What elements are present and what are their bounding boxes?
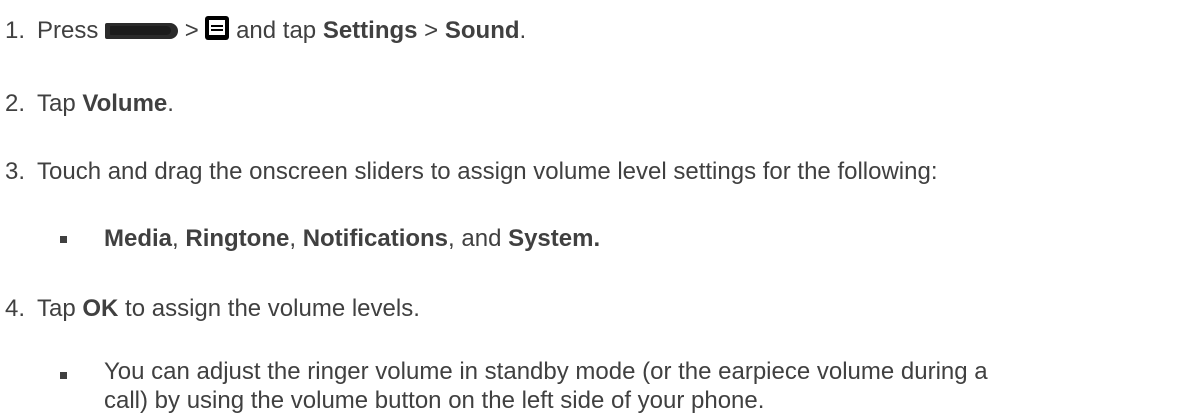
- system-label: System.: [508, 225, 601, 252]
- step-4: 4. Tap OK to assign the volume levels.: [5, 294, 420, 324]
- step-1-press-text: Press: [37, 17, 99, 44]
- step-1-period: .: [519, 17, 527, 44]
- notifications-label: Notifications: [302, 225, 449, 252]
- note-line-2: call) by using the volume button on the …: [104, 387, 765, 414]
- step-4-note-line-1: You can adjust the ringer volume in stan…: [104, 357, 988, 387]
- step-1-gt-2: >: [424, 17, 439, 44]
- comma: ,: [289, 225, 303, 252]
- step-3-text: Touch and drag the onscreen sliders to a…: [37, 158, 938, 185]
- home-key-icon: [105, 23, 179, 39]
- ringtone-label: Ringtone: [185, 225, 290, 252]
- menu-icon: [205, 16, 230, 40]
- sound-label: Sound: [444, 17, 520, 44]
- step-1-gt-1: >: [184, 17, 199, 44]
- ok-label: OK: [82, 295, 119, 322]
- step-3: 3. Touch and drag the onscreen sliders to…: [5, 157, 938, 187]
- step-2: 2. Tap Volume.: [5, 89, 174, 119]
- step-2-number: 2.: [5, 90, 26, 117]
- step-4-note-line-2: call) by using the volume button on the …: [104, 386, 764, 416]
- step-2-period: .: [167, 90, 174, 117]
- step-4-tap-text: Tap: [37, 295, 76, 322]
- settings-label: Settings: [322, 17, 418, 44]
- volume-label: Volume: [82, 90, 168, 117]
- step-1: 1. Press > and tap Settings > Sound.: [5, 16, 526, 46]
- media-label: Media: [104, 225, 173, 252]
- bullet-marker: [60, 372, 67, 379]
- comma: ,: [172, 225, 186, 252]
- step-3-bullet: Media, Ringtone, Notifications, and Syst…: [104, 224, 600, 254]
- note-line-1: You can adjust the ringer volume in stan…: [104, 358, 988, 385]
- step-2-tap-text: Tap: [37, 90, 76, 117]
- instruction-document: 1. Press > and tap Settings > Sound. 2. Ta…: [0, 0, 1197, 418]
- step-1-number: 1.: [5, 17, 26, 44]
- step-4-rest-text: to assign the volume levels.: [125, 295, 420, 322]
- step-4-number: 4.: [5, 295, 26, 322]
- bullet-marker: [60, 236, 67, 243]
- step-1-and-tap-text: and tap: [236, 17, 317, 44]
- step-3-number: 3.: [5, 158, 26, 185]
- and-text: , and: [448, 225, 509, 252]
